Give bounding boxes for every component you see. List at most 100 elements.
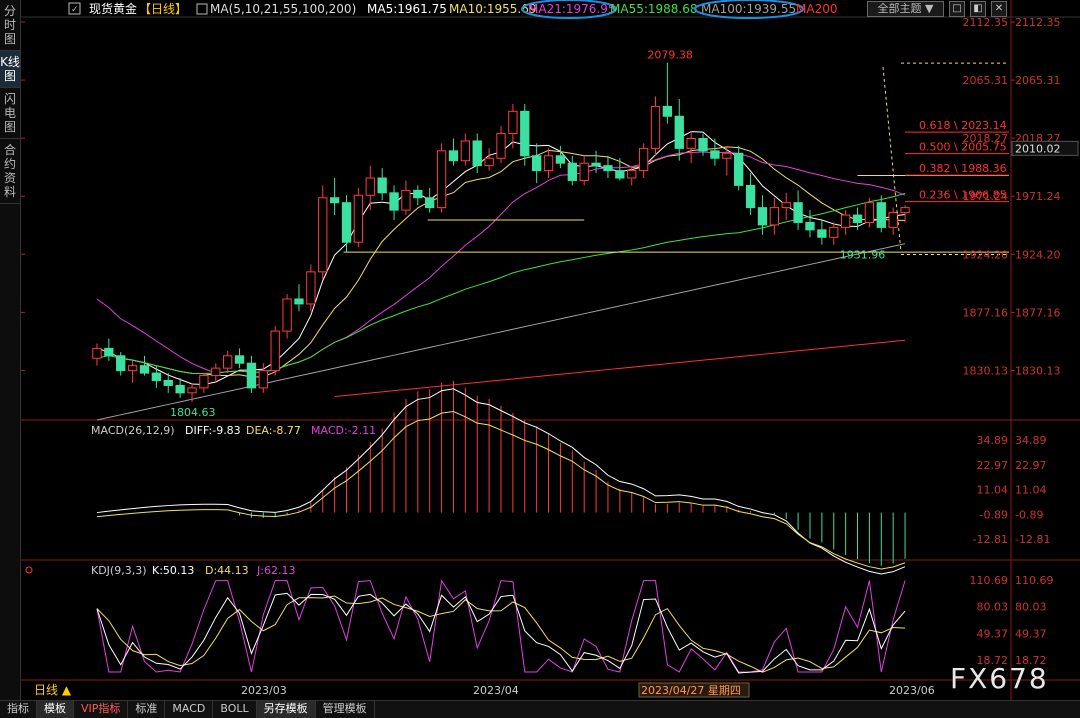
ma-value-4: MA100:1939.55 bbox=[701, 2, 796, 16]
candle-body bbox=[377, 177, 387, 194]
price-tick-label-left: 2018.27 bbox=[963, 132, 1009, 145]
macd-tick-label-left: -0.89 bbox=[980, 508, 1008, 521]
time-label: 2023/04 bbox=[473, 684, 519, 697]
candle-body bbox=[781, 202, 791, 209]
candle-body bbox=[508, 110, 518, 135]
candle-body bbox=[425, 197, 435, 209]
candle-body bbox=[591, 162, 601, 167]
price-tick-label-left: 1971.24 bbox=[963, 190, 1009, 203]
candle-body bbox=[555, 155, 566, 164]
price-tick-label: 2112.35 bbox=[1015, 16, 1061, 29]
sidebar-tab-2[interactable]: 闪电图 bbox=[0, 88, 20, 139]
kdj-j: J:62.13 bbox=[256, 564, 295, 577]
period-label: 【日线】 bbox=[139, 2, 187, 16]
time-label: 2023/06 bbox=[889, 684, 935, 697]
candle-body bbox=[484, 157, 494, 167]
candle-body bbox=[757, 207, 768, 226]
bottom-tab-0[interactable]: 指标 bbox=[0, 701, 37, 718]
bottom-tab-3[interactable]: 标准 bbox=[128, 701, 166, 718]
macd-tick-label: 34.89 bbox=[1015, 434, 1047, 447]
split-icon[interactable]: ◧ bbox=[970, 1, 986, 17]
price-tick-label-left: 2112.35 bbox=[963, 16, 1009, 29]
macd-tick-label-left: 11.04 bbox=[977, 484, 1009, 497]
instrument-name: 现货黄金 bbox=[89, 1, 137, 16]
candle-body bbox=[282, 298, 292, 332]
kdj-tick-label-left: 110.69 bbox=[970, 574, 1009, 587]
candle-body bbox=[116, 355, 126, 372]
period-sidebar: 分时图 K线图 闪电图 合约资料 bbox=[0, 0, 21, 700]
candle-body bbox=[436, 150, 447, 209]
candle-body bbox=[199, 375, 209, 389]
candle-body bbox=[365, 177, 375, 196]
candle-body bbox=[223, 355, 233, 369]
candle-body bbox=[793, 202, 803, 223]
ma-value-1: MA10:1955.69 bbox=[449, 2, 537, 16]
macd-tick-label: -0.89 bbox=[1015, 508, 1043, 521]
candle-body bbox=[662, 105, 673, 117]
kdj-tick-label-left: 49.37 bbox=[977, 627, 1009, 640]
macd-tick-label: 22.97 bbox=[1015, 459, 1047, 472]
high-label: 2079.38 bbox=[647, 49, 693, 62]
candle-body bbox=[496, 133, 506, 159]
candle-body bbox=[734, 152, 744, 186]
candle-body bbox=[472, 140, 482, 167]
candle-body bbox=[888, 212, 898, 228]
candle-body bbox=[92, 347, 102, 359]
candle-body bbox=[543, 155, 554, 172]
bottom-tab-6[interactable]: 另存模板 bbox=[256, 701, 316, 718]
candle-body bbox=[163, 379, 173, 386]
background bbox=[21, 0, 1080, 700]
theme-select[interactable]: 全部主题 ▼ bbox=[867, 1, 944, 17]
restore-icon[interactable]: □ bbox=[949, 1, 965, 17]
macd-value: MACD:-2.11 bbox=[311, 424, 376, 437]
candle-body bbox=[817, 229, 827, 238]
current-price-label: 2010.02 bbox=[1015, 142, 1061, 155]
price-tick-label-left: 1877.16 bbox=[963, 306, 1009, 319]
candle-body bbox=[722, 152, 732, 159]
candle-body bbox=[294, 298, 304, 305]
sidebar-tab-0[interactable]: 分时图 bbox=[0, 0, 20, 51]
candle-body bbox=[650, 105, 661, 149]
candle-body bbox=[389, 192, 399, 211]
candle-body bbox=[531, 155, 542, 172]
kdj-d: D:44.13 bbox=[205, 564, 249, 577]
bottom-tab-1[interactable]: 模板 bbox=[37, 701, 74, 718]
candle-body bbox=[211, 367, 221, 377]
candle-body bbox=[686, 137, 696, 149]
ma-value-0: MA5:1961.75 bbox=[367, 2, 447, 16]
kdj-tick-label: 110.69 bbox=[1015, 574, 1054, 587]
candle-body bbox=[567, 162, 577, 181]
price-tick-label-left: 1830.13 bbox=[963, 364, 1009, 377]
low-right-label: 1931.96 bbox=[840, 249, 886, 262]
price-tick-label: 1830.13 bbox=[1015, 364, 1061, 377]
kdj-tick-label-left: 80.03 bbox=[977, 601, 1009, 614]
ma-value-5: MA200 bbox=[796, 2, 837, 16]
candle-body bbox=[840, 214, 851, 228]
candle-body bbox=[674, 115, 684, 149]
price-tick-label-left: 2065.31 bbox=[963, 74, 1009, 87]
candle-body bbox=[329, 197, 340, 204]
sidebar-tab-3[interactable]: 合约资料 bbox=[0, 139, 20, 204]
close-icon[interactable]: ✕ bbox=[991, 1, 1007, 17]
bottom-tab-5[interactable]: BOLL bbox=[213, 701, 257, 718]
price-tick-label-left: 1924.20 bbox=[963, 248, 1009, 261]
bottom-tab-7[interactable]: 管理模板 bbox=[316, 701, 375, 718]
chart-area[interactable]: 0.618 \ 2023.140.500 \ 2005.750.382 \ 19… bbox=[21, 0, 1080, 700]
macd-tick-label-left: -12.81 bbox=[973, 533, 1008, 546]
macd-tick-label: -12.81 bbox=[1015, 533, 1050, 546]
bottom-tab-4[interactable]: MACD bbox=[165, 701, 214, 718]
sidebar-tab-1[interactable]: K线图 bbox=[0, 51, 20, 88]
candle-body bbox=[151, 372, 162, 381]
macd-tick-label-left: 34.89 bbox=[977, 434, 1009, 447]
candle-body bbox=[258, 370, 268, 389]
candle-body bbox=[187, 387, 197, 394]
candle-body bbox=[246, 362, 257, 389]
macd-diff: DIFF:-9.83 bbox=[185, 424, 241, 437]
watermark-logo: FX678 bbox=[950, 662, 1049, 695]
price-tick-label: 1924.20 bbox=[1015, 248, 1061, 261]
bottom-tab-2[interactable]: VIP指标 bbox=[74, 701, 129, 718]
macd-tick-label-left: 22.97 bbox=[977, 459, 1009, 472]
candle-body bbox=[234, 355, 245, 364]
candle-body bbox=[401, 189, 411, 211]
candle-body bbox=[413, 189, 423, 199]
